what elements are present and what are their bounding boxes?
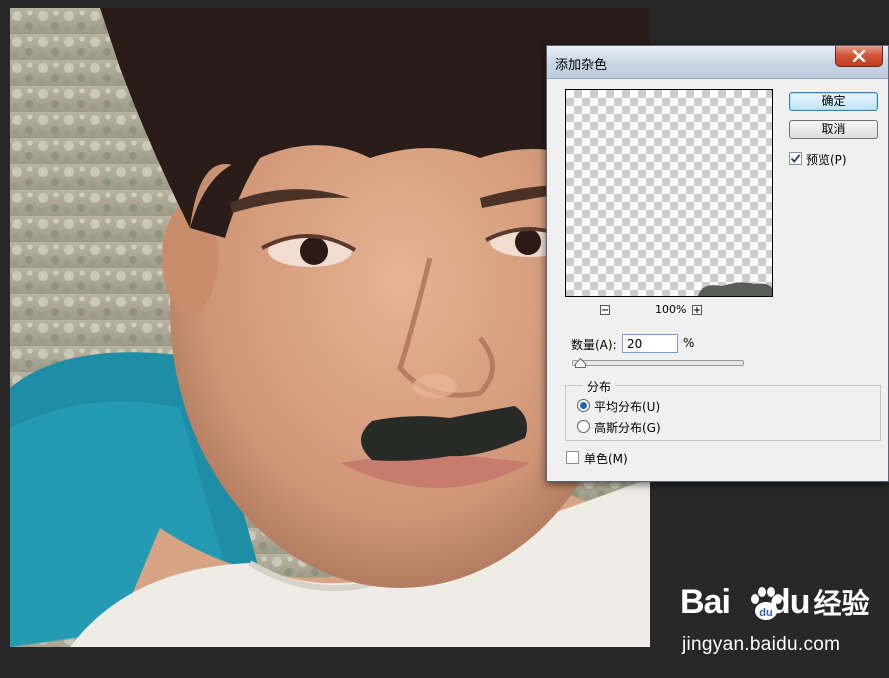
dialog-body: 100% 确定 取消 预览(P) 数量(A): % 分布 平均分布(U) — [547, 79, 888, 481]
uniform-radio[interactable] — [577, 399, 590, 412]
amount-slider-thumb[interactable] — [575, 358, 586, 368]
zoom-in-button[interactable] — [692, 305, 702, 315]
watermark-brand-left: Bai — [680, 582, 731, 621]
checkmark-icon — [790, 154, 801, 163]
watermark-url: jingyan.baidu.com — [682, 634, 841, 655]
gaussian-label: 高斯分布(G) — [594, 421, 661, 435]
distribution-group-label: 分布 — [583, 378, 616, 395]
zoom-out-button[interactable] — [600, 305, 610, 315]
uniform-label: 平均分布(U) — [594, 400, 661, 414]
close-button[interactable] — [835, 46, 883, 67]
cancel-button[interactable]: 取消 — [789, 120, 878, 139]
preview-checkbox[interactable] — [789, 152, 802, 165]
amount-unit: % — [683, 336, 695, 350]
minus-icon — [602, 309, 608, 311]
zoom-controls: 100% — [565, 303, 773, 319]
dialog-title: 添加杂色 — [555, 58, 608, 73]
amount-input[interactable] — [622, 334, 678, 353]
preview-label: 预览(P) — [806, 153, 847, 167]
close-icon — [852, 50, 866, 62]
zoom-level: 100% — [655, 303, 687, 316]
add-noise-dialog: 添加杂色 100% 确定 取消 预览(P) 数量(A): 20 % 分布 平均分… — [546, 45, 889, 482]
baidu-watermark: Bai du 经验 du jingyan.baidu.com — [680, 582, 880, 662]
dialog-titlebar[interactable]: 添加杂色 — [547, 46, 888, 79]
monochromatic-checkbox[interactable] — [566, 451, 579, 464]
preview-image-fragment — [698, 282, 772, 296]
svg-text:du: du — [759, 607, 772, 619]
ok-button[interactable]: 确定 — [789, 92, 878, 111]
preview-area[interactable] — [565, 89, 773, 297]
radio-selected-dot — [580, 402, 587, 409]
watermark-product: 经验 — [813, 587, 870, 620]
monochromatic-label: 单色(M) — [584, 452, 628, 466]
paw-icon: du — [751, 587, 782, 620]
amount-label: 数量(A): — [571, 338, 617, 352]
plus-icon — [694, 307, 700, 313]
amount-slider-track[interactable] — [572, 360, 744, 366]
gaussian-radio[interactable] — [577, 420, 590, 433]
